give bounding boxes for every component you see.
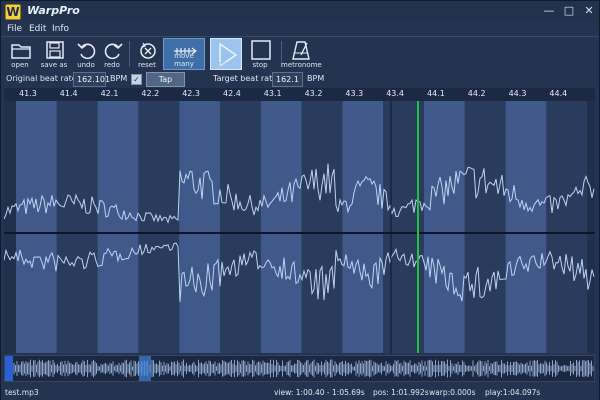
beat-marker-label[interactable]: 43.3 xyxy=(345,89,363,98)
beat-marker-label[interactable]: 41.3 xyxy=(19,89,37,98)
beat-marker-label[interactable]: 43.1 xyxy=(264,89,282,98)
stop-button[interactable]: stop xyxy=(241,38,279,70)
menu-bar: File Edit Info xyxy=(1,22,599,36)
beat-marker-label[interactable]: 43.2 xyxy=(305,89,323,98)
open-label: open xyxy=(11,61,29,69)
original-beat-rate-input[interactable]: 162.101 xyxy=(73,72,110,87)
redo-icon xyxy=(104,43,123,60)
reset-button[interactable]: reset xyxy=(128,38,166,70)
folder-icon xyxy=(11,44,31,59)
play-label: play xyxy=(218,60,234,68)
app-window: W WarpPro — □ ✕ File Edit Info open save… xyxy=(0,0,600,400)
beat-marker-label[interactable]: 44.2 xyxy=(468,89,486,98)
close-button[interactable]: ✕ xyxy=(582,4,596,18)
target-bpm-unit: BPM xyxy=(307,74,325,83)
metronome-label: metronome xyxy=(281,61,322,69)
open-button[interactable]: open xyxy=(1,38,39,70)
lock-checkbox[interactable]: ✓ xyxy=(131,74,142,85)
overview-waveform[interactable] xyxy=(5,356,594,381)
tap-button[interactable]: Tap xyxy=(146,72,185,87)
beat-band xyxy=(138,101,180,353)
overview-scrollbar[interactable] xyxy=(4,355,595,382)
metronome-icon xyxy=(292,41,310,60)
beat-band xyxy=(260,101,302,353)
menu-file[interactable]: File xyxy=(7,22,22,36)
target-beat-rate-label: Target beat rate: xyxy=(213,74,280,83)
beat-marker-label[interactable]: 44.3 xyxy=(509,89,527,98)
beat-band xyxy=(16,101,57,353)
beat-marker-label[interactable]: 42.2 xyxy=(141,89,159,98)
stop-label: stop xyxy=(252,61,268,69)
beat-band xyxy=(179,101,220,353)
maximize-button[interactable]: □ xyxy=(562,4,576,18)
status-play: play:1:04.097s xyxy=(485,388,541,397)
app-title: WarpPro xyxy=(27,4,80,17)
redo-button[interactable]: redo xyxy=(93,38,131,70)
menu-info[interactable]: Info xyxy=(52,22,69,36)
beat-marker-label[interactable]: 44.1 xyxy=(427,89,445,98)
beat-rate-row: Original beat rate: 162.101 BPM ✓ Tap Ta… xyxy=(1,71,599,88)
waveform-view[interactable]: 41.3 41.4 42.1 42.2 42.3 42.4 43.1 43.2 43.3 43.4… xyxy=(4,88,595,353)
beat-band xyxy=(424,101,465,353)
play-button[interactable]: play xyxy=(210,38,242,70)
overview-handle[interactable] xyxy=(5,356,13,381)
beat-band xyxy=(342,101,384,353)
beat-marker-label[interactable]: 42.3 xyxy=(182,89,200,98)
status-view: view: 1:00.40 - 1:05.69s xyxy=(274,388,365,397)
floppy-icon xyxy=(46,41,64,59)
beat-band xyxy=(546,101,588,353)
original-bpm-unit: BPM xyxy=(110,74,128,83)
title-bar: W WarpPro — □ ✕ xyxy=(1,1,599,22)
beat-band xyxy=(464,101,506,353)
beat-band xyxy=(97,101,139,353)
overview-wave xyxy=(5,359,594,378)
original-beat-rate-label: Original beat rate: xyxy=(6,74,80,83)
beat-marker-label[interactable]: 44.4 xyxy=(549,89,567,98)
waveform-canvas[interactable] xyxy=(4,88,595,353)
redo-label: redo xyxy=(104,61,120,69)
beat-marker-label[interactable]: 43.4 xyxy=(386,89,404,98)
reset-icon xyxy=(140,42,156,59)
status-warp: warp:0.000s xyxy=(429,388,476,397)
beat-band xyxy=(220,101,261,353)
beat-ruler[interactable]: 41.3 41.4 42.1 42.2 42.3 42.4 43.1 43.2 43.3 43.4… xyxy=(4,88,595,101)
beat-band xyxy=(505,101,547,353)
stop-icon xyxy=(251,40,271,60)
status-position: pos: 1:01.992s xyxy=(373,388,429,397)
reset-label: reset xyxy=(138,61,156,69)
app-logo-icon: W xyxy=(5,4,21,20)
overview-view-window xyxy=(139,356,151,381)
status-bar: test.mp3 view: 1:00.40 - 1:05.69s pos: 1… xyxy=(1,385,599,400)
menu-edit[interactable]: Edit xyxy=(29,22,46,36)
target-beat-rate-input[interactable]: 162.1 xyxy=(272,72,303,87)
beat-band xyxy=(56,101,98,353)
move-many-button[interactable]: move many xyxy=(163,38,205,70)
beat-marker-label[interactable]: 42.1 xyxy=(101,89,119,98)
status-filename: test.mp3 xyxy=(5,388,39,397)
minimize-button[interactable]: — xyxy=(542,4,556,18)
beat-marker-label[interactable]: 41.4 xyxy=(60,89,78,98)
toolbar: open save as undo redo reset move many p… xyxy=(1,36,599,70)
beat-marker-label[interactable]: 42.4 xyxy=(223,89,241,98)
beat-band xyxy=(301,101,343,353)
move-many-label: move many xyxy=(174,52,194,68)
metronome-button[interactable]: metronome xyxy=(281,38,322,70)
